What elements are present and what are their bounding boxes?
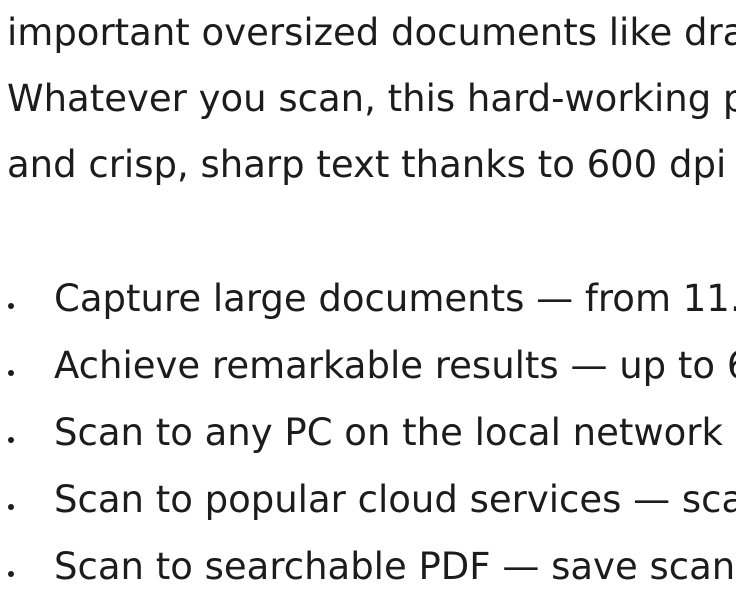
bullet-icon: [8, 370, 14, 376]
list-item: Achieve remarkable results — up to 6: [0, 332, 736, 399]
list-item: Scan to any PC on the local network: [0, 399, 736, 466]
list-item-text: Scan to any PC on the local network: [54, 411, 723, 454]
list-item-text: Scan to popular cloud services — sca: [54, 478, 736, 521]
intro-line: Whatever you scan, this hard-working p: [7, 77, 736, 120]
list-item: Scan to searchable PDF — save scan: [0, 533, 736, 600]
bullet-icon: [8, 437, 14, 443]
bullet-icon: [8, 504, 14, 510]
list-item-text: Capture large documents — from 11.7: [54, 277, 736, 320]
bullet-icon: [8, 303, 14, 309]
intro-line: and crisp, sharp text thanks to 600 dpi …: [7, 143, 736, 186]
feature-list: Capture large documents — from 11.7 Achi…: [0, 265, 736, 600]
bullet-icon: [8, 571, 14, 577]
intro-line: important oversized documents like dra: [7, 11, 736, 54]
intro-paragraph: important oversized documents like dra W…: [7, 0, 736, 198]
list-item-text: Scan to searchable PDF — save scan: [54, 545, 736, 588]
list-item: Capture large documents — from 11.7: [0, 265, 736, 332]
list-item-text: Achieve remarkable results — up to 6: [54, 344, 736, 387]
document-viewport: important oversized documents like dra W…: [0, 0, 736, 603]
list-item: Scan to popular cloud services — sca: [0, 466, 736, 533]
